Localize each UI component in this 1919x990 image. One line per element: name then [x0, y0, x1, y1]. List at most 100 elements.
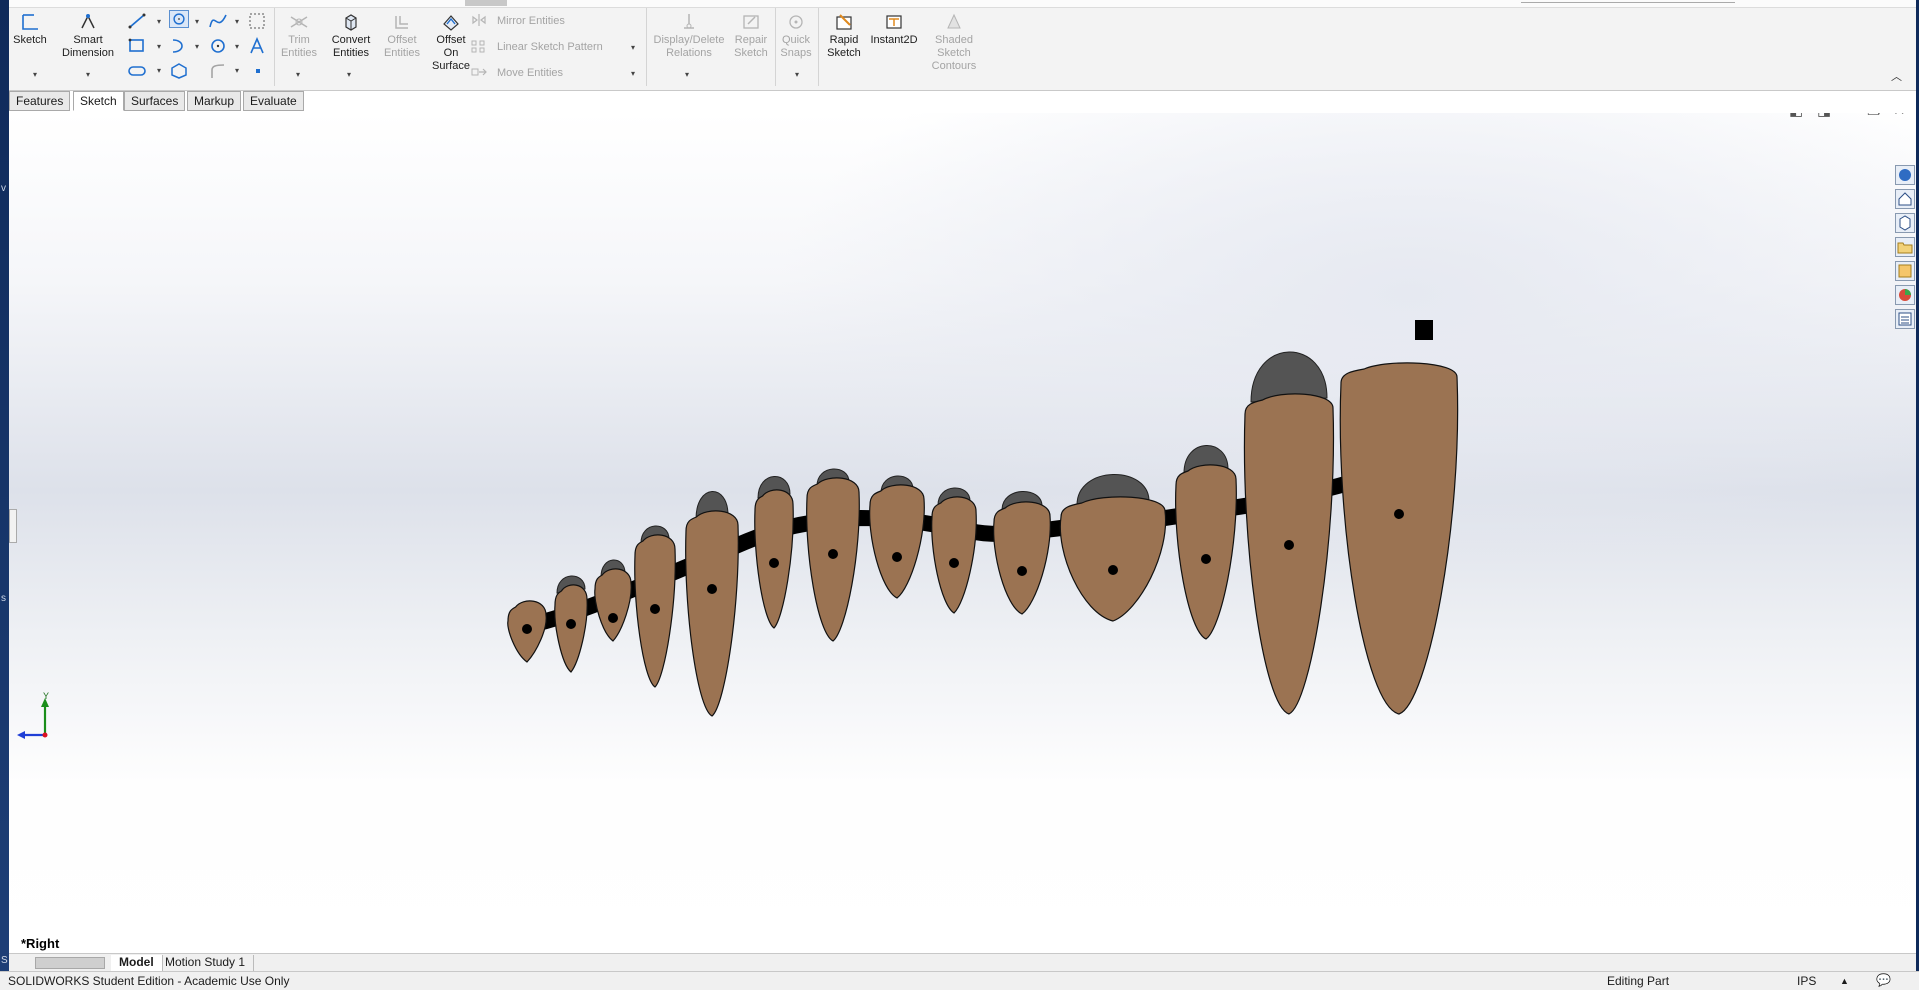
- convert-dropdown-arrow[interactable]: ▾: [347, 70, 351, 79]
- sketch-point[interactable]: [1201, 554, 1211, 564]
- linear-sketch-pattern-icon: [471, 40, 485, 53]
- trim-dropdown-arrow[interactable]: ▾: [296, 70, 300, 79]
- instant2d-label: Instant2D: [870, 34, 918, 46]
- fillet-icon[interactable]: [208, 62, 228, 80]
- tooth-profile[interactable]: [1339, 362, 1459, 715]
- sketch-button[interactable]: Sketch: [13, 12, 47, 47]
- construction-geometry-icon[interactable]: [247, 12, 267, 30]
- status-bar: SOLIDWORKS Student Edition - Academic Us…: [0, 971, 1919, 990]
- circle-icon[interactable]: [169, 10, 189, 28]
- sketch-point[interactable]: [1108, 565, 1118, 575]
- polygon-icon[interactable]: [169, 62, 189, 80]
- tooth-profile[interactable]: [806, 477, 860, 642]
- convert-entities-button[interactable]: Convert Entities: [327, 12, 375, 60]
- tab-motion-study-1[interactable]: Motion Study 1: [157, 955, 255, 971]
- rapid-sketch-button[interactable]: Rapid Sketch: [825, 12, 863, 60]
- sketch-point[interactable]: [522, 624, 532, 634]
- tooth-profile[interactable]: [1243, 393, 1335, 715]
- sketch-dropdown-arrow[interactable]: ▾: [33, 70, 37, 79]
- trim-entities-button[interactable]: Trim Entities: [277, 12, 321, 60]
- slot-icon[interactable]: [127, 62, 147, 80]
- desktop-glyph: v: [1, 183, 6, 194]
- move-dropdown-arrow[interactable]: ▾: [631, 69, 635, 78]
- tooth-profile[interactable]: [869, 484, 925, 599]
- rectangle-dropdown-arrow[interactable]: ▾: [157, 42, 161, 51]
- point-icon[interactable]: [253, 66, 263, 76]
- move-entities-icon: [471, 68, 487, 76]
- tooth-profile[interactable]: [931, 496, 977, 614]
- slot-dropdown-arrow[interactable]: ▾: [157, 66, 161, 75]
- tooth-profile[interactable]: [685, 510, 739, 717]
- spline-icon[interactable]: [208, 12, 228, 30]
- mirror-entities-button[interactable]: Mirror Entities: [497, 15, 565, 27]
- rapid-label-2: Sketch: [827, 47, 861, 59]
- sketch-point[interactable]: [892, 552, 902, 562]
- units-caret-icon[interactable]: ▲: [1840, 976, 1849, 986]
- quick-snaps-button[interactable]: Quick Snaps: [778, 12, 814, 60]
- shaded-label-3: Contours: [931, 60, 977, 72]
- circle-dropdown-arrow[interactable]: ▾: [195, 17, 199, 26]
- tab-sketch[interactable]: Sketch: [73, 91, 124, 111]
- tooth-profile[interactable]: [1175, 464, 1237, 640]
- smart-dimension-button[interactable]: Smart Dimension: [61, 12, 115, 60]
- offset-surface-label-2: On: [443, 47, 459, 59]
- spline-dropdown-arrow[interactable]: ▾: [235, 17, 239, 26]
- line-icon[interactable]: [127, 12, 147, 30]
- tooth-profile[interactable]: [594, 568, 632, 642]
- linear-sketch-pattern-button[interactable]: Linear Sketch Pattern: [497, 41, 603, 53]
- sketch-point[interactable]: [828, 549, 838, 559]
- sketch-point[interactable]: [769, 558, 779, 568]
- mirror-entities-icon: [472, 14, 486, 26]
- quick-snaps-label-1: Quick: [781, 34, 811, 46]
- graphics-area[interactable]: ▾ ▾ ▾ ▾ ◧ ◨ – ❐ ✕: [9, 113, 1916, 953]
- sketch-point[interactable]: [1284, 540, 1294, 550]
- linear-pattern-dropdown-arrow[interactable]: ▾: [631, 43, 635, 52]
- tab-model[interactable]: Model: [111, 955, 163, 971]
- offset-entities-button[interactable]: Offset Entities: [381, 12, 423, 60]
- arc-icon[interactable]: [169, 37, 189, 55]
- tooth-profile[interactable]: [993, 501, 1051, 615]
- fillet-dropdown-arrow[interactable]: ▾: [235, 66, 239, 75]
- display-delete-relations-button[interactable]: Display/Delete Relations: [651, 12, 727, 60]
- offset-on-surface-button[interactable]: Offset On Surface: [429, 12, 473, 73]
- rectangle-icon[interactable]: [127, 37, 147, 55]
- ellipse-icon[interactable]: [208, 37, 228, 55]
- move-entities-button[interactable]: Move Entities: [497, 67, 563, 79]
- separator: [775, 8, 776, 86]
- sketch-point[interactable]: [707, 584, 717, 594]
- tab-features[interactable]: Features: [9, 91, 71, 111]
- tab-scroll-arrows[interactable]: [35, 957, 105, 969]
- model-view[interactable]: [9, 113, 1916, 953]
- offset-surface-label-3: Surface: [432, 60, 470, 72]
- tab-markup[interactable]: Markup: [187, 91, 242, 111]
- convert-entities-icon: [345, 14, 357, 31]
- arc-dropdown-arrow[interactable]: ▾: [195, 42, 199, 51]
- sketch-point[interactable]: [650, 604, 660, 614]
- sketch-point[interactable]: [566, 619, 576, 629]
- search-box-edge[interactable]: [1521, 0, 1735, 3]
- convert-label-2: Entities: [332, 47, 370, 59]
- solidworks-window: v s S Sketch ▾ Smart Dimension ▾ ▾ ▾ ▾ ▾…: [0, 0, 1919, 990]
- line-dropdown-arrow[interactable]: ▾: [157, 17, 161, 26]
- sketch-point[interactable]: [608, 613, 618, 623]
- ellipse-dropdown-arrow[interactable]: ▾: [235, 42, 239, 51]
- units-selector[interactable]: IPS: [1797, 974, 1816, 988]
- tab-evaluate[interactable]: Evaluate: [243, 91, 304, 111]
- smart-dimension-dropdown-arrow[interactable]: ▾: [86, 70, 90, 79]
- comments-icon[interactable]: 💬: [1876, 973, 1891, 987]
- sketch-point[interactable]: [949, 558, 959, 568]
- sketch-point[interactable]: [1394, 509, 1404, 519]
- sketch-point[interactable]: [1017, 566, 1027, 576]
- shaded-sketch-contours-button[interactable]: Shaded Sketch Contours: [926, 12, 982, 73]
- tab-surfaces[interactable]: Surfaces: [124, 91, 186, 111]
- quick-snaps-dropdown-arrow[interactable]: ▾: [795, 70, 799, 79]
- view-name-label: *Right: [21, 936, 60, 951]
- collapse-ribbon-icon[interactable]: ︿: [1891, 68, 1902, 84]
- text-icon[interactable]: [247, 37, 267, 55]
- title-tab-stub: [465, 0, 507, 6]
- relations-dropdown-arrow[interactable]: ▾: [685, 70, 689, 79]
- convert-label-1: Convert: [331, 34, 371, 46]
- tooth-profile[interactable]: [1059, 496, 1167, 622]
- instant2d-button[interactable]: Instant2D: [868, 12, 920, 47]
- repair-sketch-button[interactable]: Repair Sketch: [731, 12, 771, 60]
